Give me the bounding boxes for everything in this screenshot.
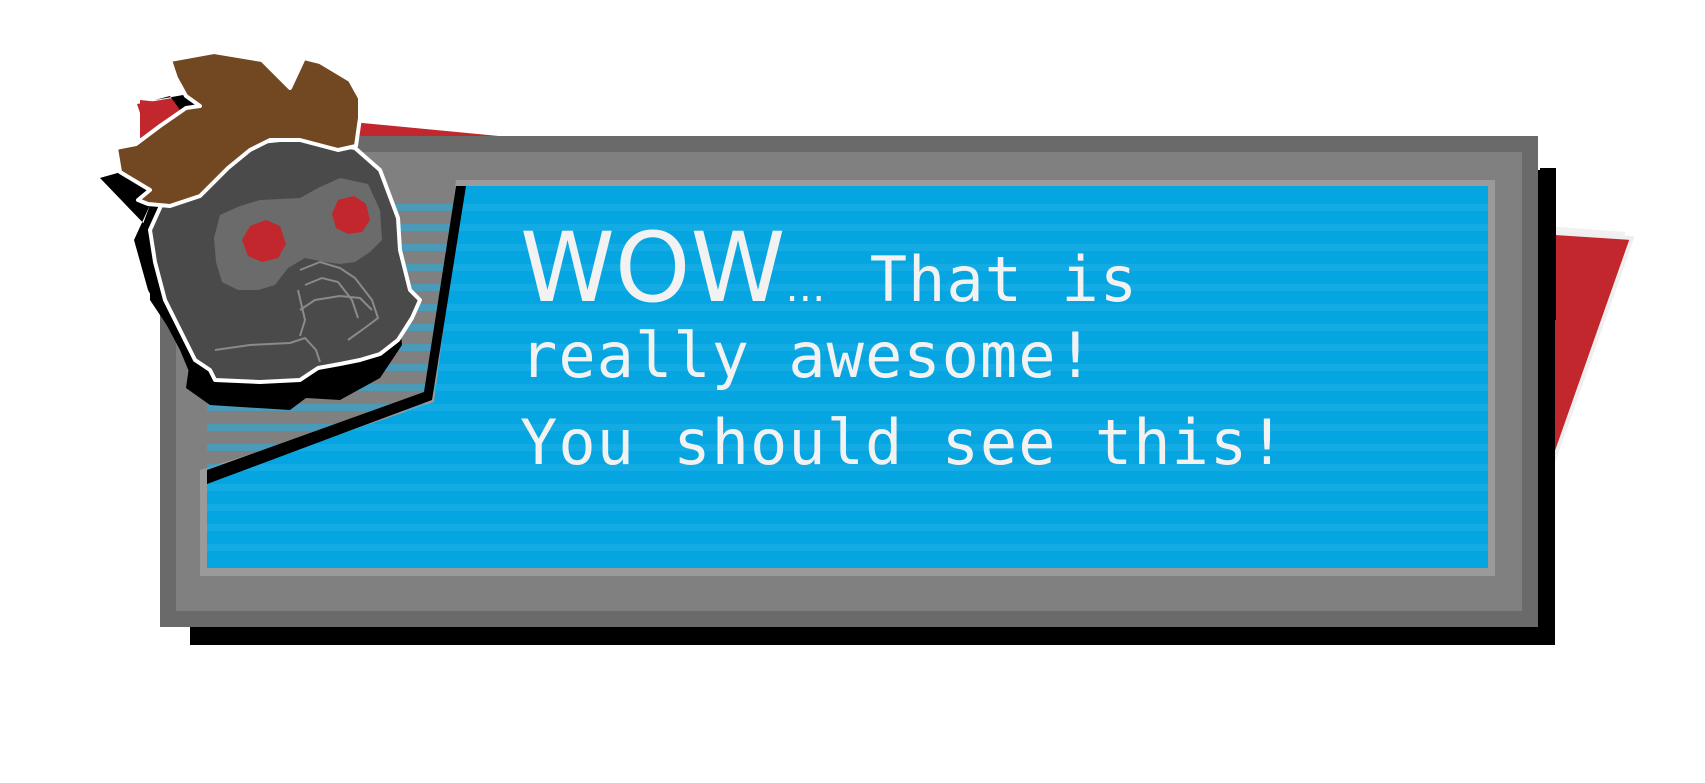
dialog-text: WOW… That is really awesome! You should … xyxy=(520,220,1420,486)
scanline xyxy=(207,204,1488,211)
scanline xyxy=(207,504,1488,511)
dialog-line-2: really awesome! xyxy=(520,319,1095,392)
ellipsis: … xyxy=(785,265,826,311)
dialog-line-3: You should see this! xyxy=(520,406,1287,479)
dialog-line-1: WOW… That is xyxy=(520,220,1420,316)
wow-exclamation: WOW xyxy=(520,212,786,324)
scanline xyxy=(207,544,1488,551)
dialog-line-1-rest: That is xyxy=(869,243,1139,316)
scanline xyxy=(207,524,1488,531)
